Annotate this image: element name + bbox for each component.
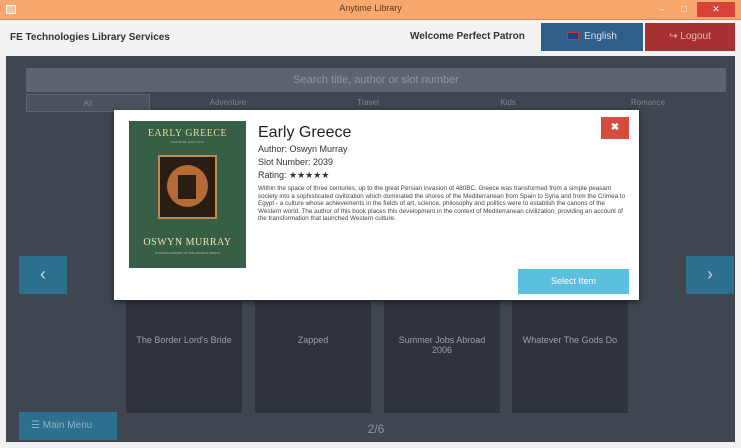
language-button[interactable]: English	[541, 23, 643, 51]
book-title: Whatever The Gods Do	[522, 335, 618, 345]
app-header: FE Technologies Library Services Welcome…	[6, 21, 735, 53]
next-page-button[interactable]: ›	[686, 256, 734, 294]
star-rating-icon: ★★★★★	[289, 170, 330, 180]
window-close-button[interactable]: ✕	[697, 2, 735, 17]
book-title-heading: Early Greece	[258, 124, 352, 141]
previous-page-button[interactable]: ‹	[19, 256, 67, 294]
book-slot-number: Slot Number: 2039	[258, 157, 334, 167]
book-detail-modal: EARLY GREECE SECOND EDITION OSWYN MURRAY…	[114, 110, 639, 300]
rating-label: Rating:	[258, 170, 287, 180]
cover-author: OSWYN MURRAY	[143, 237, 232, 248]
flag-icon	[567, 32, 580, 40]
cover-series: FONTANA HISTORY OF THE ANCIENT WORLD	[154, 251, 221, 255]
book-tile[interactable]: Zapped	[255, 301, 371, 413]
page-indicator: 2/6	[367, 422, 385, 436]
logout-button[interactable]: ↪ Logout	[645, 23, 735, 51]
book-tile[interactable]: Summer Jobs Abroad 2006	[384, 301, 500, 413]
search-input[interactable]: Search title, author or slot number	[26, 68, 726, 92]
logout-icon: ↪	[669, 31, 678, 42]
main-menu-button[interactable]: ☰ Main Menu	[19, 412, 117, 440]
book-tile[interactable]: The Border Lord's Bride	[126, 301, 242, 413]
menu-icon: ☰	[31, 420, 40, 431]
book-author: Author: Oswyn Murray	[258, 144, 348, 154]
cover-subtitle: SECOND EDITION	[171, 140, 204, 144]
select-item-button[interactable]: Select Item	[518, 269, 629, 294]
main-menu-label: Main Menu	[42, 420, 93, 431]
maximize-button[interactable]: □	[675, 2, 693, 17]
modal-close-button[interactable]: ✖	[601, 117, 629, 139]
logout-label: Logout	[680, 31, 711, 42]
book-title: The Border Lord's Bride	[136, 335, 232, 345]
book-title: Summer Jobs Abroad 2006	[398, 335, 486, 355]
book-tile[interactable]: Whatever The Gods Do	[512, 301, 628, 413]
book-cover-image: EARLY GREECE SECOND EDITION OSWYN MURRAY…	[129, 121, 246, 268]
window-titlebar: Anytime Library – □ ✕	[0, 0, 741, 20]
window-title: Anytime Library	[339, 3, 402, 13]
language-label: English	[584, 31, 617, 42]
book-description: Within the space of three centuries, up …	[258, 185, 626, 222]
book-title: Zapped	[297, 335, 329, 345]
welcome-message: Welcome Perfect Patron	[410, 31, 525, 42]
minimize-button[interactable]: –	[653, 2, 671, 17]
brand-name: FE Technologies Library Services	[10, 32, 170, 43]
cover-artwork	[158, 155, 217, 219]
book-rating: Rating: ★★★★★	[258, 170, 329, 181]
cover-title: EARLY GREECE	[147, 128, 228, 139]
